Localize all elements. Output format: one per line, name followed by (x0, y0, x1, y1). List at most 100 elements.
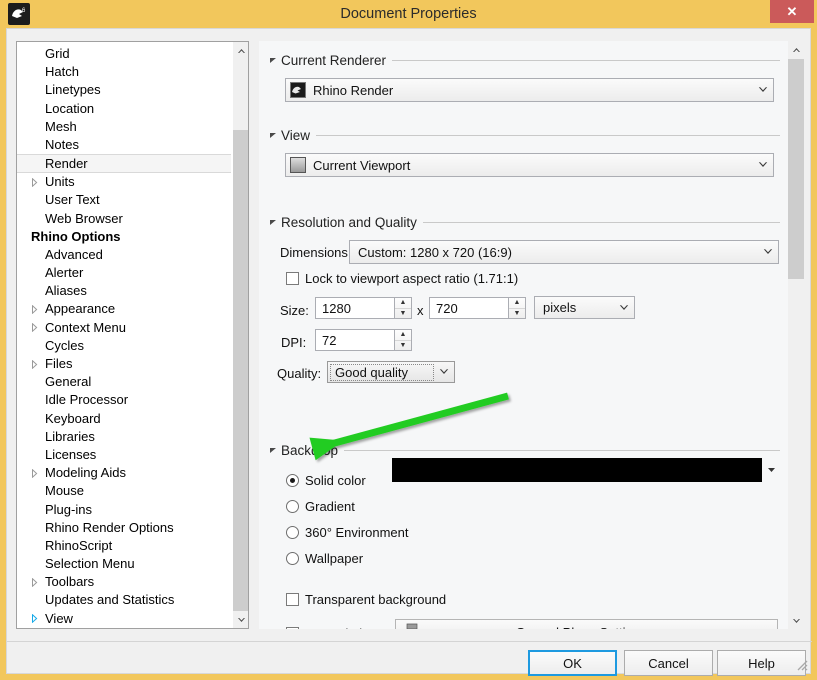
sidebar-item-aliases[interactable]: Aliases (17, 282, 233, 300)
chevron-down-icon[interactable] (753, 85, 773, 95)
sidebar-item-context-menu[interactable]: Context Menu (17, 319, 233, 337)
radio-button[interactable] (286, 552, 299, 565)
sidebar-item-selection-menu[interactable]: Selection Menu (17, 555, 233, 573)
sidebar-item-general[interactable]: General (17, 373, 233, 391)
radio-button[interactable] (286, 500, 299, 513)
quality-combobox[interactable]: Good quality (327, 361, 455, 383)
section-header-resolution-quality[interactable]: Resolution and Quality (267, 213, 780, 231)
sidebar-item-plug-ins[interactable]: Plug-ins (17, 501, 233, 519)
size-width-stepper[interactable]: ▲ ▼ (394, 298, 411, 318)
stepper-down-icon[interactable]: ▼ (509, 309, 525, 319)
sidebar-item-advanced[interactable]: Advanced (17, 246, 233, 264)
solid-color-swatch-row[interactable] (392, 457, 782, 483)
collapse-triangle-icon[interactable] (267, 444, 279, 456)
sidebar-item-rhino-render-options[interactable]: Rhino Render Options (17, 519, 233, 537)
sidebar-item-rhinoscript[interactable]: RhinoScript (17, 537, 233, 555)
sidebar-item-appearance[interactable]: Appearance (17, 300, 233, 318)
dpi-stepper[interactable]: ▲ ▼ (394, 330, 411, 350)
backdrop-option-gradient[interactable]: Gradient (286, 499, 355, 514)
backdrop-option-solid-color[interactable]: Solid color (286, 473, 366, 488)
sidebar-item-render[interactable]: Render (17, 154, 231, 174)
tree-scroll-up-button[interactable] (233, 42, 248, 59)
sidebar-item-linetypes[interactable]: Linetypes (17, 81, 233, 99)
collapse-triangle-icon[interactable] (267, 129, 279, 141)
expand-triangle-icon[interactable] (31, 610, 38, 628)
dpi-input[interactable]: 72 ▲ ▼ (315, 329, 412, 351)
expand-triangle-icon[interactable] (31, 573, 38, 591)
chevron-down-icon[interactable] (614, 303, 634, 313)
checkbox-box[interactable] (286, 627, 299, 629)
expand-triangle-icon[interactable] (31, 355, 38, 373)
section-header-current-renderer[interactable]: Current Renderer (267, 51, 780, 69)
sidebar-item-units[interactable]: Units (17, 173, 233, 191)
help-button[interactable]: Help (717, 650, 806, 676)
section-header-view[interactable]: View (267, 126, 780, 144)
collapse-triangle-icon[interactable] (267, 216, 279, 228)
cancel-button[interactable]: Cancel (624, 650, 713, 676)
sidebar-item-cycles[interactable]: Cycles (17, 337, 233, 355)
ground-plane-settings-button[interactable]: Ground Plane Settings... (395, 619, 778, 629)
sidebar-item-files[interactable]: Files (17, 355, 233, 373)
stepper-up-icon[interactable]: ▲ (395, 330, 411, 341)
backdrop-option-wallpaper[interactable]: Wallpaper (286, 551, 363, 566)
content-scroll-up-button[interactable] (788, 41, 804, 58)
sidebar-item-user-text[interactable]: User Text (17, 191, 233, 209)
ok-button[interactable]: OK (528, 650, 617, 676)
sidebar-item-view[interactable]: View (17, 610, 233, 628)
sidebar-item-web-browser[interactable]: Web Browser (17, 210, 233, 228)
stepper-up-icon[interactable]: ▲ (395, 298, 411, 309)
sidebar-item-keyboard[interactable]: Keyboard (17, 410, 233, 428)
backdrop-option-360-environment[interactable]: 360° Environment (286, 525, 408, 540)
sidebar-item-licenses[interactable]: Licenses (17, 446, 233, 464)
content-scroll-down-button[interactable] (788, 612, 804, 629)
radio-button[interactable] (286, 526, 299, 539)
size-units-combobox[interactable]: pixels (534, 296, 635, 319)
chevron-down-icon[interactable] (762, 466, 780, 475)
sidebar-item-mouse[interactable]: Mouse (17, 482, 233, 500)
size-height-input[interactable]: 720 ▲ ▼ (429, 297, 526, 319)
transparent-background-checkbox[interactable]: Transparent background (286, 592, 446, 607)
sidebar-item-mesh[interactable]: Mesh (17, 118, 233, 136)
sidebar-item-toolbars[interactable]: Toolbars (17, 573, 233, 591)
solid-color-swatch[interactable] (392, 458, 762, 482)
expand-triangle-icon[interactable] (31, 464, 38, 482)
tree-scrollbar[interactable] (232, 42, 248, 628)
sidebar-item-notes[interactable]: Notes (17, 136, 233, 154)
size-width-input[interactable]: 1280 ▲ ▼ (315, 297, 412, 319)
tree-scroll-down-button[interactable] (233, 611, 248, 628)
ground-plane-checkbox[interactable]: Ground plane (286, 626, 384, 629)
current-renderer-combobox[interactable]: Rhino Render (285, 78, 774, 102)
tree-scroll-thumb[interactable] (233, 130, 248, 628)
close-button[interactable]: ✕ (770, 0, 814, 23)
radio-button[interactable] (286, 474, 299, 487)
expand-triangle-icon[interactable] (31, 173, 38, 191)
checkbox-box[interactable] (286, 272, 299, 285)
sidebar-item-grid[interactable]: Grid (17, 45, 233, 63)
checkbox-box[interactable] (286, 593, 299, 606)
stepper-down-icon[interactable]: ▼ (395, 341, 411, 351)
sidebar-item-libraries[interactable]: Libraries (17, 428, 233, 446)
chevron-down-icon[interactable] (434, 367, 454, 377)
stepper-down-icon[interactable]: ▼ (395, 309, 411, 319)
view-combobox[interactable]: Current Viewport (285, 153, 774, 177)
sidebar-item-alerter[interactable]: Alerter (17, 264, 233, 282)
settings-tree-list[interactable]: Grid Hatch Linetypes Location Mesh Notes Rende… (17, 42, 233, 628)
expand-triangle-icon[interactable] (31, 319, 38, 337)
sidebar-item-modeling-aids[interactable]: Modeling Aids (17, 464, 233, 482)
sidebar-item-rhino-options[interactable]: Rhino Options (17, 228, 233, 246)
sidebar-item-location[interactable]: Location (17, 100, 233, 118)
dimensions-combobox[interactable]: Custom: 1280 x 720 (16:9) (349, 240, 779, 264)
collapse-triangle-icon[interactable] (267, 54, 279, 66)
chevron-down-icon[interactable] (758, 247, 778, 257)
sidebar-item-idle-processor[interactable]: Idle Processor (17, 391, 233, 409)
sidebar-item-updates-and-statistics[interactable]: Updates and Statistics (17, 591, 233, 609)
chevron-down-icon[interactable] (753, 160, 773, 170)
lock-aspect-ratio-checkbox[interactable]: Lock to viewport aspect ratio (1.71:1) (286, 271, 518, 286)
sidebar-item-hatch[interactable]: Hatch (17, 63, 233, 81)
resize-grip[interactable] (795, 658, 809, 672)
size-height-stepper[interactable]: ▲ ▼ (508, 298, 525, 318)
content-scroll-thumb[interactable] (788, 59, 804, 279)
expand-triangle-icon[interactable] (31, 300, 38, 318)
content-scrollbar[interactable] (788, 41, 804, 629)
stepper-up-icon[interactable]: ▲ (509, 298, 525, 309)
